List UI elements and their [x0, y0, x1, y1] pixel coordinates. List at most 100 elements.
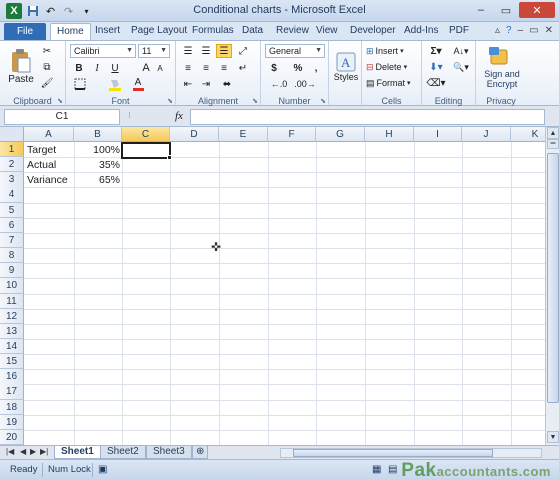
maximize-button[interactable]: ▭ [494, 2, 518, 18]
tab-add-ins[interactable]: Add-Ins [404, 25, 438, 36]
styles-button[interactable]: A Styles [333, 44, 359, 90]
align-left-icon[interactable]: ≡ [180, 61, 196, 75]
middle-align-icon[interactable]: ☰ [198, 44, 214, 58]
shrink-font-button[interactable]: A [154, 61, 166, 75]
wrap-text-icon[interactable]: ↵ [234, 61, 252, 75]
row-header-14[interactable]: 14 [0, 338, 24, 355]
row-header-12[interactable]: 12 [0, 308, 24, 324]
clipboard-launcher-icon[interactable]: ⬊ [57, 97, 63, 105]
worksheet-grid[interactable]: A B C D E F G H I J K 1 2 3 4 5 6 7 8 9 10 11 12 13 1… [0, 127, 545, 445]
select-all-button[interactable] [0, 127, 24, 142]
minimize-button[interactable]: – [469, 2, 493, 18]
row-header-6[interactable]: 6 [0, 217, 24, 234]
find-select-icon[interactable]: 🔍▾ [450, 60, 472, 74]
next-sheet-icon[interactable]: ▶ [30, 447, 36, 456]
currency-button[interactable]: $ [267, 61, 281, 75]
insert-cells-button[interactable]: ⊞ Insert ▾ [366, 44, 418, 58]
row-header-18[interactable]: 18 [0, 399, 24, 415]
row-header-1[interactable]: 1 [0, 142, 24, 158]
help-icon[interactable]: ? [506, 25, 512, 36]
cell-b1[interactable]: 100% [74, 143, 120, 158]
tab-home[interactable]: Home [50, 23, 91, 40]
column-header-k[interactable]: K [511, 127, 545, 142]
workbook-close-icon[interactable]: ✕ [545, 25, 553, 36]
fill-color-icon[interactable] [106, 77, 124, 91]
tab-data[interactable]: Data [242, 25, 263, 36]
row-header-3[interactable]: 3 [0, 172, 24, 188]
cell-a2[interactable]: Actual [27, 158, 73, 173]
row-header-2[interactable]: 2 [0, 157, 24, 173]
top-align-icon[interactable]: ☰ [180, 44, 196, 58]
font-launcher-icon[interactable]: ⬊ [167, 97, 173, 105]
workbook-minimize-icon[interactable]: – [518, 25, 524, 36]
cell-b2[interactable]: 35% [74, 158, 120, 173]
column-header-j[interactable]: J [462, 127, 511, 142]
row-header-15[interactable]: 15 [0, 354, 24, 370]
column-header-f[interactable]: F [268, 127, 316, 142]
sheet-tab-1[interactable]: Sheet1 [54, 446, 101, 459]
tab-page-layout[interactable]: Page Layout [131, 25, 187, 36]
minimize-ribbon-icon[interactable]: ▵ [495, 25, 500, 36]
cell-b3[interactable]: 65% [74, 173, 120, 188]
autosum-icon[interactable]: Σ▾ [426, 44, 446, 58]
tab-formulas[interactable]: Formulas [192, 25, 234, 36]
font-name-select[interactable]: Calibri ▼ [70, 44, 136, 58]
cell-a3[interactable]: Variance [27, 173, 73, 188]
borders-icon[interactable] [72, 77, 88, 91]
column-header-e[interactable]: E [219, 127, 268, 142]
tab-developer[interactable]: Developer [350, 25, 396, 36]
column-header-g[interactable]: G [316, 127, 365, 142]
normal-view-icon[interactable]: ▦ [372, 464, 381, 475]
tab-view[interactable]: View [316, 25, 338, 36]
close-button[interactable]: ✕ [519, 2, 555, 18]
comma-button[interactable]: , [309, 61, 323, 75]
alignment-launcher-icon[interactable]: ⬊ [252, 97, 258, 105]
active-cell-c1[interactable] [121, 142, 171, 159]
format-cells-button[interactable]: ▤ Format ▾ [366, 76, 418, 90]
number-format-select[interactable]: General ▼ [265, 44, 325, 58]
align-center-icon[interactable]: ≡ [198, 61, 214, 75]
row-header-5[interactable]: 5 [0, 202, 24, 218]
tab-pdf[interactable]: PDF [449, 25, 469, 36]
row-header-20[interactable]: 20 [0, 429, 24, 445]
sign-encrypt-icon[interactable] [486, 43, 512, 67]
last-sheet-icon[interactable]: ▶| [40, 447, 48, 456]
row-header-10[interactable]: 10 [0, 278, 24, 294]
page-layout-view-icon[interactable]: ▤ [388, 464, 397, 475]
name-box[interactable]: C1 [4, 109, 120, 125]
align-right-icon[interactable]: ≡ [216, 61, 232, 75]
row-header-8[interactable]: 8 [0, 248, 24, 264]
sort-filter-icon[interactable]: A↓▾ [450, 44, 472, 58]
row-header-11[interactable]: 11 [0, 293, 24, 309]
fill-icon[interactable]: ⬇▾ [426, 60, 446, 74]
format-painter-icon[interactable]: 🖌 [40, 76, 54, 90]
first-sheet-icon[interactable]: |◀ [6, 447, 14, 456]
split-box[interactable]: ═ [547, 139, 559, 149]
row-header-19[interactable]: 19 [0, 414, 24, 430]
merge-center-icon[interactable]: ⬌ [216, 77, 238, 91]
decrease-indent-icon[interactable]: ⇤ [180, 77, 196, 91]
row-header-9[interactable]: 9 [0, 263, 24, 279]
underline-button[interactable]: U [108, 61, 122, 75]
increase-decimal-icon[interactable]: ←.0 [269, 77, 289, 91]
workbook-restore-icon[interactable]: ▭ [529, 25, 538, 36]
percent-button[interactable]: % [291, 61, 305, 75]
font-size-select[interactable]: 11 ▼ [138, 44, 170, 58]
number-launcher-icon[interactable]: ⬊ [320, 97, 326, 105]
column-header-a[interactable]: A [24, 127, 74, 142]
insert-sheet-icon[interactable]: ⊕ [192, 446, 209, 459]
macro-record-icon[interactable]: ▣ [98, 464, 107, 475]
vertical-scroll-thumb[interactable] [547, 153, 559, 403]
column-header-c[interactable]: C [122, 127, 170, 142]
increase-indent-icon[interactable]: ⇥ [198, 77, 214, 91]
insert-function-button[interactable]: fx [175, 110, 183, 122]
tab-insert[interactable]: Insert [95, 25, 120, 36]
delete-cells-button[interactable]: ⊟ Delete ▾ [366, 60, 418, 74]
italic-button[interactable]: I [90, 61, 104, 75]
row-header-7[interactable]: 7 [0, 232, 24, 249]
column-header-d[interactable]: D [170, 127, 219, 142]
scroll-up-button[interactable]: ▲ [547, 127, 559, 139]
copy-icon[interactable]: ⧉ [40, 60, 54, 74]
horizontal-scroll-thumb[interactable] [293, 449, 493, 457]
formula-input[interactable] [190, 109, 545, 125]
